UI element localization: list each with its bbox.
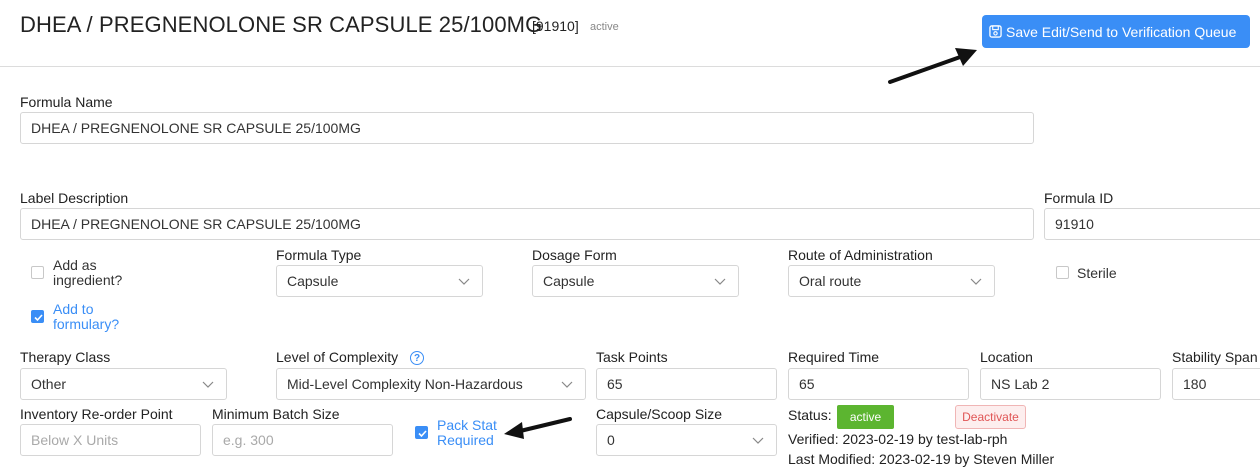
annotation-arrow-pack-stat xyxy=(504,417,572,439)
sterile-checkbox[interactable] xyxy=(1056,266,1069,279)
capsule-size-select[interactable]: 0 xyxy=(596,424,777,456)
chevron-down-icon xyxy=(714,278,726,285)
min-batch-input[interactable]: e.g. 300 xyxy=(212,424,393,456)
route-label: Route of Administration xyxy=(788,247,933,263)
formula-id-tag: [91910] xyxy=(532,18,579,34)
chevron-down-icon xyxy=(458,278,470,285)
stability-span-label: Stability Span xyxy=(1172,349,1258,365)
page-title: DHEA / PREGNENOLONE SR CAPSULE 25/100MG xyxy=(20,12,543,37)
add-to-formulary-checkbox[interactable] xyxy=(31,310,44,323)
chevron-down-icon xyxy=(561,381,573,388)
required-time-label: Required Time xyxy=(788,349,880,365)
add-as-ingredient-checkbox[interactable] xyxy=(31,266,44,279)
formula-type-value: Capsule xyxy=(287,273,339,289)
last-modified-text: Last Modified: 2023-02-19 by Steven Mill… xyxy=(788,451,1055,467)
pack-stat-label-line2: Required xyxy=(437,432,494,448)
save-button-label: Save Edit/Send to Verification Queue xyxy=(1006,23,1237,40)
task-points-label: Task Points xyxy=(596,349,668,365)
capsule-size-value: 0 xyxy=(607,432,615,448)
dosage-form-value: Capsule xyxy=(543,273,595,289)
reorder-point-input[interactable]: Below X Units xyxy=(20,424,201,456)
check-icon xyxy=(34,314,43,322)
formula-name-label: Formula Name xyxy=(20,94,113,110)
route-value: Oral route xyxy=(799,273,862,289)
chevron-down-icon xyxy=(752,437,764,444)
status-text: active xyxy=(590,21,619,33)
therapy-class-label: Therapy Class xyxy=(20,349,111,365)
add-as-ingredient-label-line1: Add as xyxy=(53,257,97,273)
complexity-value: Mid-Level Complexity Non-Hazardous xyxy=(287,376,523,392)
formula-id-label: Formula ID xyxy=(1044,190,1114,206)
annotation-arrow-save xyxy=(888,48,977,84)
dosage-form-label: Dosage Form xyxy=(532,247,617,263)
stability-span-input[interactable]: 180 xyxy=(1172,368,1260,400)
reorder-point-label: Inventory Re-order Point xyxy=(20,406,173,422)
help-icon[interactable]: ? xyxy=(410,351,424,365)
required-time-input[interactable]: 65 xyxy=(788,368,969,400)
dosage-form-select[interactable]: Capsule xyxy=(532,265,739,297)
save-icon xyxy=(989,25,1002,38)
add-to-formulary-label-line2: formulary? xyxy=(53,316,120,332)
add-as-ingredient-label-line2: ingredient? xyxy=(53,272,123,288)
pack-stat-label-line1: Pack Stat xyxy=(437,417,497,433)
location-label: Location xyxy=(980,349,1033,365)
save-send-verification-button[interactable]: Save Edit/Send to Verification Queue xyxy=(982,15,1250,48)
task-points-input[interactable]: 65 xyxy=(596,368,777,400)
formula-type-label: Formula Type xyxy=(276,247,362,263)
page-header: DHEA / PREGNENOLONE SR CAPSULE 25/100MG … xyxy=(0,0,1260,67)
min-batch-label: Minimum Batch Size xyxy=(212,406,340,422)
formula-type-select[interactable]: Capsule xyxy=(276,265,483,297)
add-to-formulary-label-line1: Add to xyxy=(53,301,94,317)
pack-stat-label: Pack Stat Required xyxy=(437,418,497,448)
location-input[interactable]: NS Lab 2 xyxy=(980,368,1161,400)
label-description-input[interactable]: DHEA / PREGNENOLONE SR CAPSULE 25/100MG xyxy=(20,208,1034,240)
capsule-size-label: Capsule/Scoop Size xyxy=(596,406,723,422)
add-as-ingredient-label: Add as ingredient? xyxy=(53,258,122,288)
check-icon xyxy=(418,430,427,438)
complexity-select[interactable]: Mid-Level Complexity Non-Hazardous xyxy=(276,368,586,400)
add-to-formulary-label: Add to formulary? xyxy=(53,302,119,332)
pack-stat-checkbox[interactable] xyxy=(415,426,428,439)
therapy-class-select[interactable]: Other xyxy=(20,368,227,400)
chevron-down-icon xyxy=(970,278,982,285)
label-description-label: Label Description xyxy=(20,190,129,206)
status-label: Status: xyxy=(788,407,832,423)
sterile-label: Sterile xyxy=(1077,265,1117,281)
verified-text: Verified: 2023-02-19 by test-lab-rph xyxy=(788,431,1008,447)
deactivate-button[interactable]: Deactivate xyxy=(955,405,1026,429)
route-select[interactable]: Oral route xyxy=(788,265,995,297)
complexity-label: Level of Complexity xyxy=(276,349,399,365)
therapy-class-value: Other xyxy=(31,376,67,392)
formula-name-input[interactable]: DHEA / PREGNENOLONE SR CAPSULE 25/100MG xyxy=(20,112,1034,144)
status-badge: active xyxy=(837,405,894,429)
formula-id-input[interactable]: 91910 xyxy=(1044,208,1260,240)
chevron-down-icon xyxy=(202,381,214,388)
